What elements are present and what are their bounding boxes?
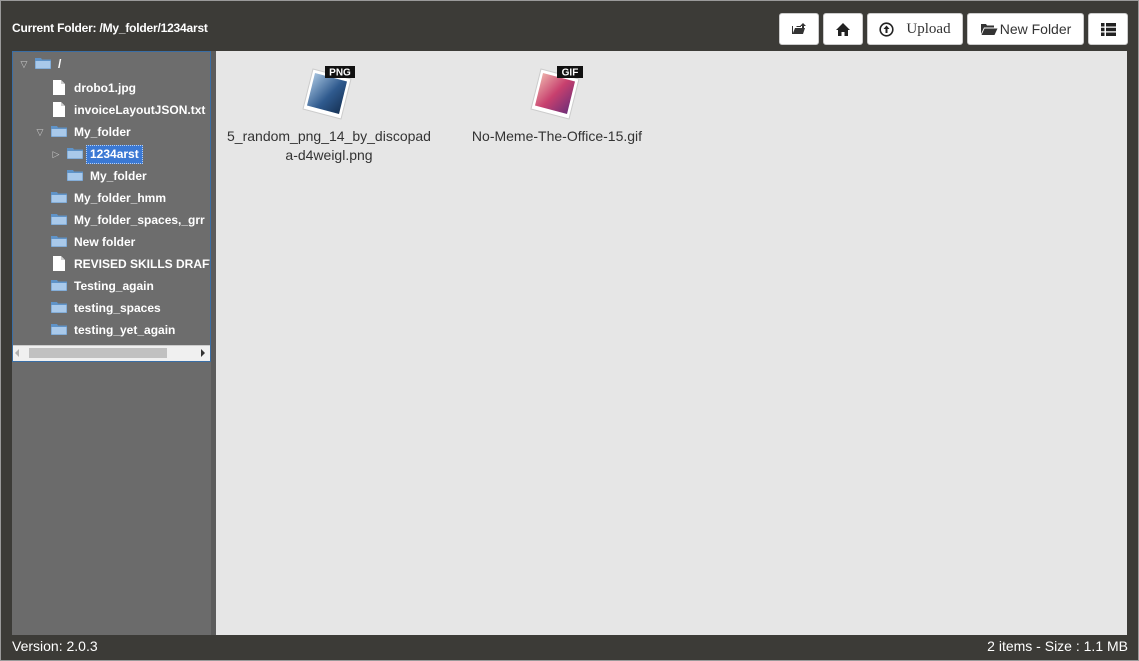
folder-icon [51,322,67,342]
folder-icon [51,234,67,254]
tree-node-file[interactable]: invoiceLayoutJSON.txt [13,100,206,123]
tree-node-folder[interactable]: testing_spaces [13,298,203,318]
tree-node-label: My_folder [90,169,147,183]
collapsed-toggle-icon[interactable]: ▷ [51,144,61,164]
file-grid: PNG 5_random_png_14_by_discopada-d4weigl… [216,51,1127,635]
folder-icon [67,168,83,188]
tree-node-folder[interactable]: Testing_again [13,276,203,296]
sidebar: ▽ / drobo1.jpg invoiceLayoutJSON.txt ▽ M… [12,51,211,635]
folder-tree: ▽ / drobo1.jpg invoiceLayoutJSON.txt ▽ M… [12,51,211,362]
document-icon [53,80,65,101]
file-type-badge: PNG [329,68,351,79]
tree-node-label: REVISED SKILLS DRAFT [74,257,211,271]
file-item[interactable]: PNG 5_random_png_14_by_discopada-d4weigl… [224,63,434,165]
tree-node-folder[interactable]: ▽ My_folder [13,122,203,142]
tree-node-label: My_folder_spaces,_grr [74,213,205,227]
tree-node-folder[interactable]: My_folder_spaces,_grr [13,210,210,230]
folder-icon [51,278,67,298]
tree-node-folder[interactable]: New folder [13,232,203,252]
current-folder-path: Current Folder: /My_folder/1234arst [12,21,208,35]
version-label: Version: 2.0.3 [12,638,98,654]
tree-node-label: testing_yet_again [74,323,176,337]
file-name: No-Meme-The-Office-15.gif [471,128,643,144]
gif-file-icon: GIF [527,63,587,123]
folder-icon [51,212,67,232]
tree-node-label: My_folder [74,125,131,139]
toolbar: Current Folder: /My_folder/1234arst Uplo… [1,1,1138,51]
scroll-left-icon[interactable] [15,349,19,357]
file-item[interactable]: GIF No-Meme-The-Office-15.gif [452,63,662,146]
expanded-toggle-icon[interactable]: ▽ [19,54,29,74]
new-folder-button[interactable]: New Folder [967,13,1084,45]
status-bar: Version: 2.0.3 2 items - Size : 1.1 MB [1,635,1138,660]
folder-icon [51,190,67,210]
tree-node-folder[interactable]: My_folder_hmm [13,188,203,208]
file-manager-window: Current Folder: /My_folder/1234arst Uplo… [0,0,1139,661]
tree-node-folder[interactable]: testing_yet_again [13,320,203,340]
file-type-badge: GIF [562,68,579,79]
upload-label: Upload [906,20,951,37]
view-toggle-button[interactable] [1088,13,1128,45]
tree-node-root[interactable]: ▽ / [13,54,203,74]
tree-node-folder-selected[interactable]: ▷ 1234arst [13,144,203,164]
tree-node-label: New folder [74,235,136,249]
folder-up-button[interactable] [779,13,819,45]
horizontal-scrollbar[interactable] [13,345,210,361]
document-icon [53,102,65,123]
scroll-right-icon[interactable] [201,349,205,357]
folder-up-icon [791,22,807,36]
tree-node-label: testing_spaces [74,301,161,315]
document-icon [53,256,65,277]
folder-icon [35,56,51,76]
tree-node-file[interactable]: drobo1.jpg [13,78,203,98]
folder-icon [51,300,67,320]
upload-button[interactable]: Upload [867,13,963,45]
home-button[interactable] [823,13,863,45]
tree-node-label: / [58,57,62,71]
upload-circle-icon [879,21,895,37]
tree-node-label: 1234arst [86,145,143,164]
png-file-icon: PNG [299,63,359,123]
items-summary: 2 items - Size : 1.1 MB [987,638,1128,654]
new-folder-label: New Folder [999,21,1072,37]
folder-icon [51,124,67,144]
scrollbar-thumb[interactable] [29,348,167,358]
tree-node-label: My_folder_hmm [74,191,167,205]
folder-open-icon [980,22,998,36]
file-name: 5_random_png_14_by_discopada-d4weigl.png [227,128,431,163]
tree-node-label: drobo1.jpg [74,81,136,95]
list-view-icon [1100,22,1116,36]
tree-node-label: invoiceLayoutJSON.txt [74,103,206,117]
tree-node-file[interactable]: REVISED SKILLS DRAFT [13,254,210,274]
home-icon [835,22,851,37]
folder-icon [67,146,83,166]
tree-node-folder[interactable]: My_folder [13,166,203,186]
tree-node-label: Testing_again [74,279,154,293]
expanded-toggle-icon[interactable]: ▽ [35,122,45,142]
